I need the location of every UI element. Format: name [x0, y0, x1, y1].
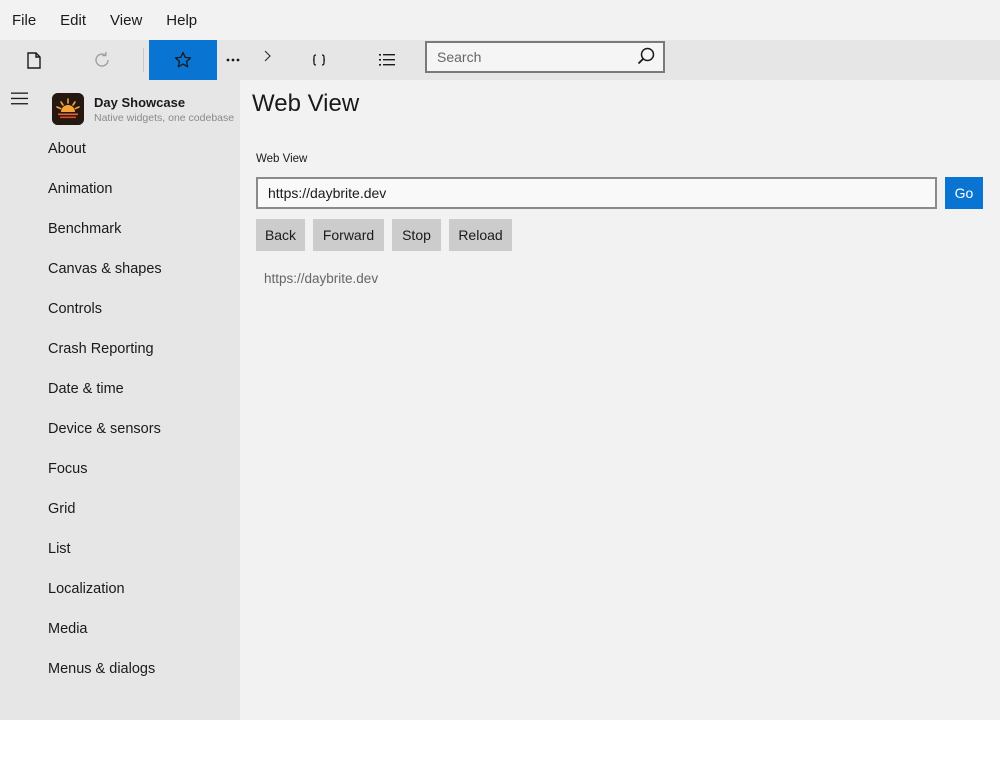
nav-list: About Animation Benchmark Canvas & shape…	[0, 129, 240, 689]
refresh-button[interactable]	[82, 40, 122, 80]
sidebar-item-localization[interactable]: Localization	[0, 569, 240, 609]
hamburger-icon	[11, 92, 28, 105]
search-box	[425, 41, 665, 73]
sidebar-item-date-time[interactable]: Date & time	[0, 369, 240, 409]
code-button[interactable]	[299, 40, 339, 80]
sidebar-item-menus-dialogs[interactable]: Menus & dialogs	[0, 649, 240, 689]
forward-button[interactable]: Forward	[313, 219, 384, 251]
favorite-star-icon	[174, 51, 192, 68]
search-input[interactable]	[427, 49, 637, 65]
reload-button[interactable]: Reload	[449, 219, 512, 251]
sidebar-item-canvas-shapes[interactable]: Canvas & shapes	[0, 249, 240, 289]
refresh-icon	[95, 52, 109, 67]
back-button[interactable]: Back	[256, 219, 305, 251]
go-button[interactable]: Go	[945, 177, 983, 209]
sidebar-item-crash-reporting[interactable]: Crash Reporting	[0, 329, 240, 369]
hamburger-button[interactable]	[11, 92, 28, 110]
menu-view[interactable]: View	[98, 0, 154, 40]
menu-bar: File Edit View Help	[0, 0, 1000, 40]
braces-icon	[312, 54, 326, 66]
chevron-right-icon	[264, 50, 271, 62]
sunrise-logo-icon	[52, 93, 84, 125]
new-document-button[interactable]	[14, 40, 54, 80]
more-icon	[226, 58, 240, 62]
sidebar-item-controls[interactable]: Controls	[0, 289, 240, 329]
new-document-icon	[27, 51, 41, 69]
sidebar-item-device-sensors[interactable]: Device & sensors	[0, 409, 240, 449]
app-tagline: Native widgets, one codebase	[94, 112, 235, 124]
search-icon[interactable]	[637, 47, 655, 65]
main-content: Web View Web View Go Back Forward Stop R…	[240, 80, 1000, 720]
list-icon	[379, 54, 395, 66]
sidebar-item-about[interactable]: About	[0, 129, 240, 169]
menu-help[interactable]: Help	[154, 0, 209, 40]
expand-button[interactable]	[256, 36, 278, 76]
sidebar: Day Showcase Native widgets, one codebas…	[0, 80, 240, 720]
sidebar-item-media[interactable]: Media	[0, 609, 240, 649]
stop-button[interactable]: Stop	[392, 219, 441, 251]
favorite-button[interactable]	[149, 40, 217, 80]
url-field-label: Web View	[256, 153, 308, 165]
sidebar-item-animation[interactable]: Animation	[0, 169, 240, 209]
sidebar-item-benchmark[interactable]: Benchmark	[0, 209, 240, 249]
more-button[interactable]	[218, 40, 248, 80]
sidebar-item-grid[interactable]: Grid	[0, 489, 240, 529]
app-logo	[52, 93, 84, 125]
current-url-text: https://daybrite.dev	[264, 271, 379, 286]
list-button[interactable]	[367, 40, 407, 80]
page-title: Web View	[252, 90, 360, 117]
url-input[interactable]	[256, 177, 937, 209]
menu-file[interactable]: File	[0, 0, 48, 40]
sidebar-item-focus[interactable]: Focus	[0, 449, 240, 489]
toolbar-divider	[143, 48, 144, 72]
sidebar-item-list[interactable]: List	[0, 529, 240, 569]
app-name: Day Showcase	[94, 95, 186, 110]
menu-edit[interactable]: Edit	[48, 0, 98, 40]
